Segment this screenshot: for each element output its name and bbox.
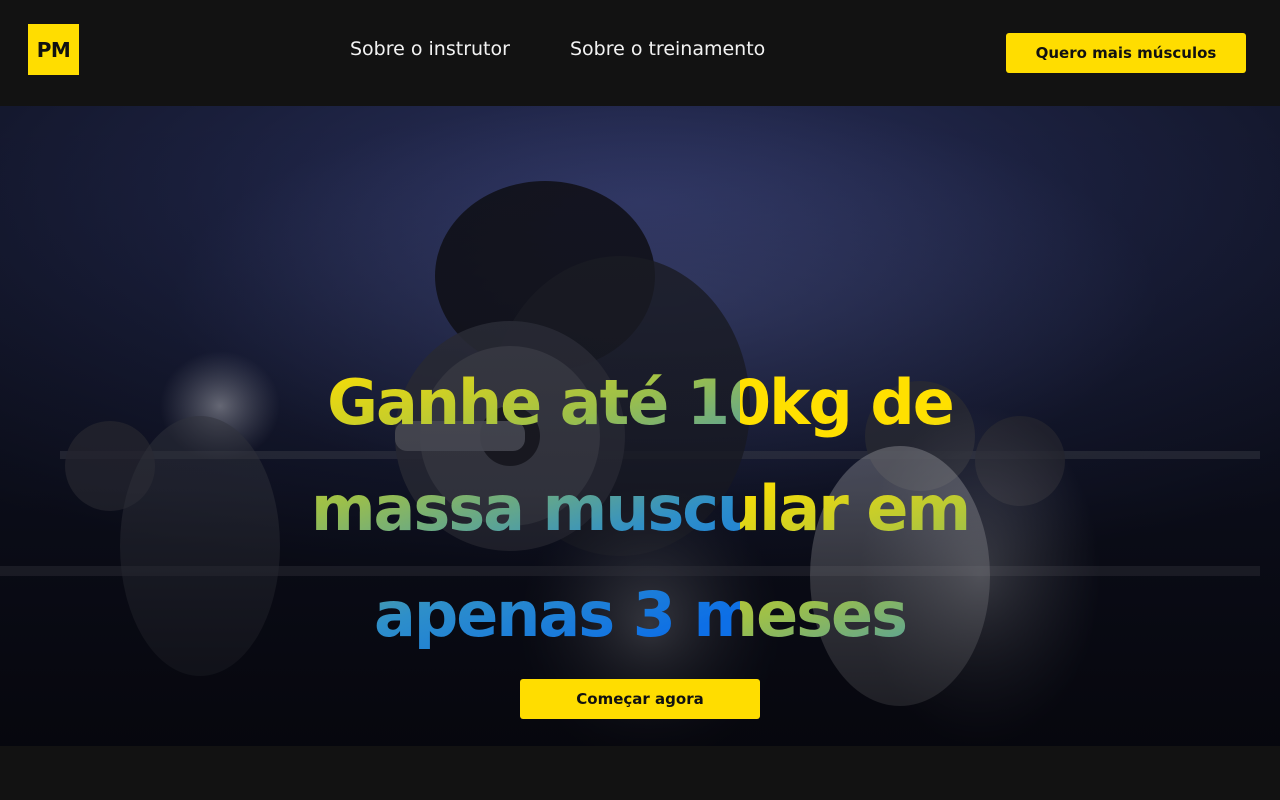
headline-line-3: apenas 3 meses <box>0 562 1280 668</box>
main-nav: Sobre o instrutor Sobre o treinamento <box>350 38 765 60</box>
hero-headline: Ganhe até 10kg de massa muscular em apen… <box>0 350 1280 668</box>
hero-section: Ganhe até 10kg de massa muscular em apen… <box>0 106 1280 746</box>
headline-line-1: Ganhe até 10kg de <box>0 350 1280 456</box>
nav-link-instrutor[interactable]: Sobre o instrutor <box>350 38 510 60</box>
start-now-button[interactable]: Começar agora <box>520 679 760 719</box>
site-header: PM Sobre o instrutor Sobre o treinamento… <box>0 0 1280 106</box>
logo[interactable]: PM <box>28 24 79 75</box>
next-section-band <box>0 746 1280 800</box>
nav-link-treinamento[interactable]: Sobre o treinamento <box>570 38 765 60</box>
header-cta-button[interactable]: Quero mais músculos <box>1006 33 1246 73</box>
headline-line-2: massa muscular em <box>0 456 1280 562</box>
